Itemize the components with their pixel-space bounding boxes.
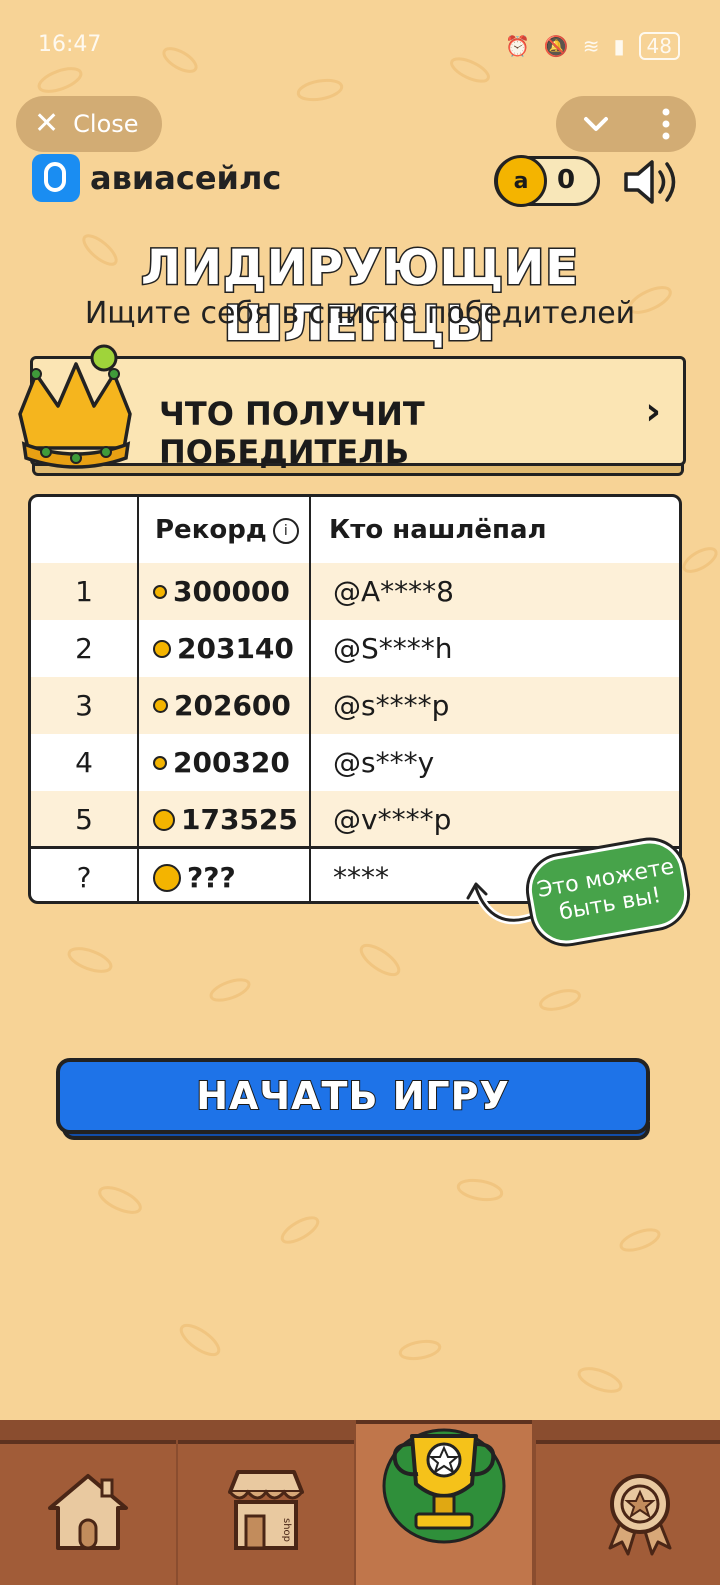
table-row: 4 200320 @s***y [31,734,679,791]
coin-icon [153,863,181,892]
info-icon[interactable]: i [272,517,299,544]
coin-icon [153,755,167,770]
row-user: @A****8 [333,575,454,608]
mini-app-menu [556,96,696,152]
tab-leaderboard[interactable] [356,1420,532,1585]
close-icon: ✕ [34,106,60,141]
column-header-record: Рекорд i [155,515,299,545]
column-divider [137,497,139,901]
my-score: ??? [153,861,236,894]
my-rank: ? [76,861,92,894]
coin-icon [153,639,171,658]
leaderboard-table: Рекорд i Кто нашлёпал 1 300000 @A****8 2 … [28,494,682,904]
coin-icon [153,698,168,713]
start-game-label: НАЧАТЬ ИГРУ [195,1073,510,1119]
chevron-down-icon[interactable] [580,108,612,140]
row-user: @s****p [333,689,450,722]
status-icons: ⏰ 🔕 ≋ ▮ 48 [505,32,680,60]
row-user: @v****p [333,803,452,836]
table-header: Рекорд i Кто нашлёпал [31,497,679,563]
coin-balance: a 0 [494,155,600,207]
tab-achievements[interactable] [536,1440,720,1585]
row-score-value: 300000 [173,575,290,608]
home-icon [48,1474,128,1550]
row-rank: 1 [75,575,93,608]
row-score: 202600 [153,689,291,722]
row-rank: 3 [75,689,93,722]
signal-icon: ▮ [613,34,625,58]
row-score-value: 200320 [173,746,290,779]
battery-icon: 48 [638,32,680,60]
row-score-value: 173525 [181,803,298,836]
status-time: 16:47 [38,32,102,57]
coin-icon [153,808,175,831]
row-score: 203140 [153,632,294,665]
chevron-right-icon: › [645,389,661,433]
close-button[interactable]: ✕ Close [16,96,162,152]
mute-icon: 🔕 [543,34,569,58]
prize-banner-label: ЧТО ПОЛУЧИТ ПОБЕДИТЕЛЬ [159,395,425,471]
status-bar: 16:47 ⏰ 🔕 ≋ ▮ 48 [0,0,720,90]
shop-icon: shop [228,1470,304,1550]
column-header-who: Кто нашлёпал [329,515,547,545]
row-score: 300000 [153,575,290,608]
row-user: @s***y [333,746,435,779]
trophy-icon [382,1428,506,1544]
tab-shop[interactable]: shop [178,1440,354,1585]
table-row: 1 300000 @A****8 [31,563,679,620]
row-score-value: 203140 [177,632,294,665]
more-icon[interactable] [660,107,672,141]
table-row: 3 202600 @s****p [31,677,679,734]
brand: авиасейлс [32,154,281,202]
row-rank: 5 [75,803,93,836]
close-label: Close [73,110,139,138]
table-row: 2 203140 @S****h [31,620,679,677]
aviasales-logo [32,154,80,202]
alarm-icon: ⏰ [504,34,530,58]
row-score: 200320 [153,746,290,779]
page-subtitle: Ищите себя в списке победителей [84,296,636,331]
tab-home[interactable] [0,1440,176,1585]
row-user: @S****h [333,632,453,665]
coin-icon [153,584,167,599]
brand-name: авиасейлс [90,159,282,197]
coin-icon: a [495,155,547,207]
my-score-value: ??? [187,861,236,894]
table-row: 5 173525 @v****p [31,791,679,848]
row-score-value: 202600 [174,689,291,722]
crown-icon [18,344,132,469]
start-game-button[interactable]: НАЧАТЬ ИГРУ [56,1058,650,1134]
column-divider [309,497,311,901]
my-user: **** [333,861,389,894]
sound-icon[interactable] [620,154,682,210]
row-rank: 4 [75,746,93,779]
row-score: 173525 [153,803,298,836]
coin-count: 0 [557,165,576,195]
shop-sign: shop [281,1518,292,1542]
wifi-icon: ≋ [582,34,600,58]
bottom-nav: shop [0,1420,720,1585]
medal-icon [608,1474,672,1556]
row-rank: 2 [75,632,93,665]
record-header-label: Рекорд [155,515,267,545]
